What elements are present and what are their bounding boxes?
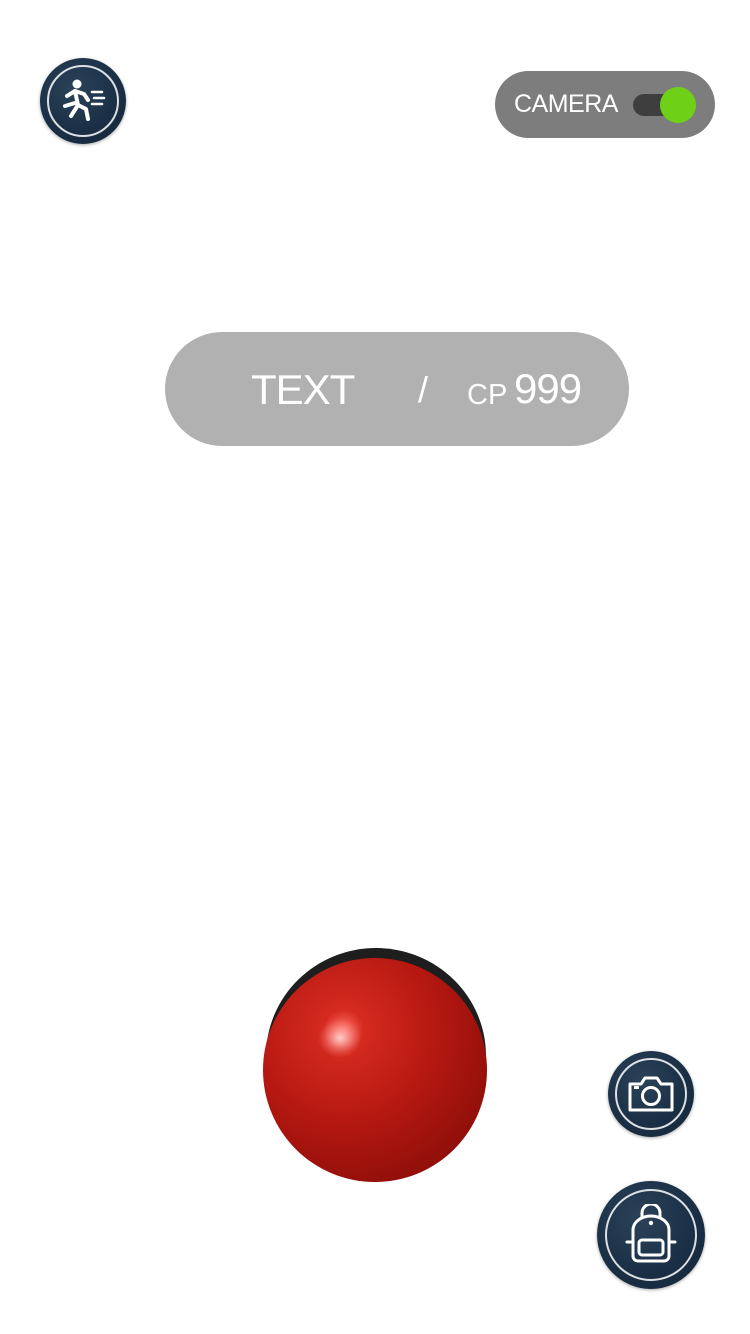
camera-toggle[interactable]: CAMERA: [495, 71, 715, 138]
run-button-ring: [47, 65, 119, 137]
camera-toggle-label: CAMERA: [514, 90, 618, 118]
red-ball[interactable]: [262, 946, 490, 1186]
backpack-button[interactable]: [597, 1181, 705, 1289]
run-away-button[interactable]: [40, 58, 126, 144]
cp-value: 999: [514, 365, 582, 412]
backpack-button-ring: [605, 1189, 697, 1281]
toggle-switch-knob: [660, 87, 696, 123]
creature-name: TEXT: [251, 366, 355, 413]
name-cp-separator: /: [418, 369, 429, 410]
photo-button-ring: [615, 1058, 687, 1130]
encounter-info-pill: TEXT / CP 999: [165, 332, 629, 446]
cp-label: CP: [467, 379, 508, 411]
take-photo-button[interactable]: [608, 1051, 694, 1137]
